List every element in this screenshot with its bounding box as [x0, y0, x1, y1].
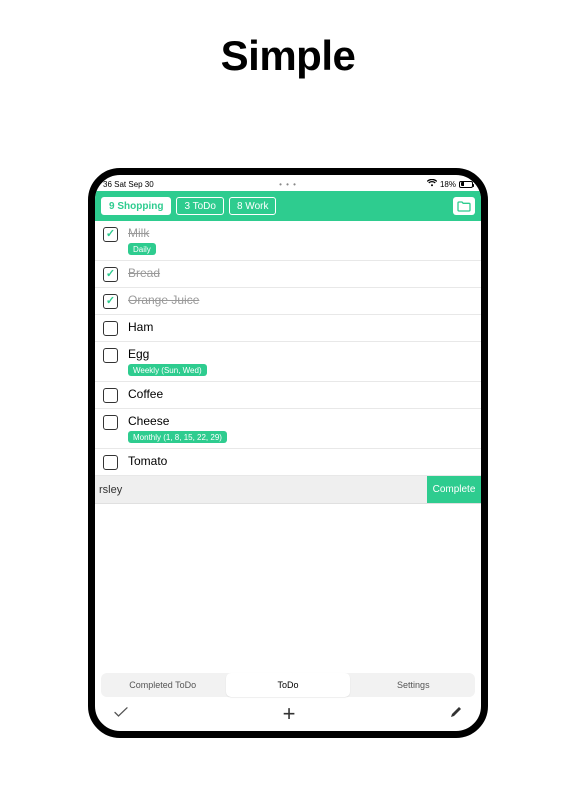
battery-icon	[459, 181, 473, 188]
list-item[interactable]: Orange Juice	[95, 288, 481, 315]
checkbox[interactable]	[103, 388, 118, 403]
checkbox[interactable]	[103, 321, 118, 336]
checkbox[interactable]	[103, 294, 118, 309]
status-right: 18%	[427, 179, 473, 189]
list-item[interactable]: Tomato	[95, 449, 481, 476]
item-label: Coffee	[128, 387, 163, 401]
battery-fill	[461, 182, 464, 186]
list-item[interactable]: Bread	[95, 261, 481, 288]
battery-pct: 18%	[440, 180, 456, 189]
item-label: Cheese	[128, 414, 227, 428]
screen: 36 Sat Sep 30 • • • 18% 9 Shopping 3 ToDo…	[95, 175, 481, 731]
item-label: Bread	[128, 266, 160, 280]
item-label: Ham	[128, 320, 153, 334]
checkbox[interactable]	[103, 348, 118, 363]
recurrence-tag: Weekly (Sun, Wed)	[128, 364, 207, 376]
bottom-segments: Completed ToDoToDoSettings	[101, 673, 475, 697]
filter-tab-1[interactable]: 3 ToDo	[176, 197, 224, 215]
list-item[interactable]: Egg Weekly (Sun, Wed)	[95, 342, 481, 382]
list-item[interactable]: Coffee	[95, 382, 481, 409]
status-dots: • • •	[279, 180, 297, 189]
recurrence-tag: Monthly (1, 8, 15, 22, 29)	[128, 431, 227, 443]
wifi-icon	[427, 179, 437, 189]
status-time: 36 Sat Sep 30	[103, 180, 154, 189]
top-bar: 9 Shopping 3 ToDo 8 Work	[95, 191, 481, 221]
swiped-item[interactable]: rsleyComplete	[95, 476, 481, 504]
segment-todo[interactable]: ToDo	[226, 673, 349, 697]
checkbox[interactable]	[103, 227, 118, 242]
list-item[interactable]: Cheese Monthly (1, 8, 15, 22, 29)	[95, 409, 481, 449]
page-title: Simple	[0, 32, 576, 80]
item-label: Orange Juice	[128, 293, 199, 307]
filter-tab-2[interactable]: 8 Work	[229, 197, 277, 215]
checkbox[interactable]	[103, 415, 118, 430]
status-bar: 36 Sat Sep 30 • • • 18%	[95, 175, 481, 191]
complete-action[interactable]: Complete	[427, 476, 481, 503]
device-frame: 36 Sat Sep 30 • • • 18% 9 Shopping 3 ToDo…	[88, 168, 488, 738]
segment-completed-todo[interactable]: Completed ToDo	[101, 673, 224, 697]
item-label: Tomato	[128, 454, 167, 468]
recurrence-tag: Daily	[128, 243, 156, 255]
checkbox[interactable]	[103, 267, 118, 282]
add-button[interactable]: +	[283, 701, 296, 727]
list-item[interactable]: Milk Daily	[95, 221, 481, 261]
segment-settings[interactable]: Settings	[352, 673, 475, 697]
swiped-item-label: rsley	[95, 476, 427, 503]
item-label: Egg	[128, 347, 207, 361]
item-label: Milk	[128, 226, 156, 240]
filter-tab-0[interactable]: 9 Shopping	[101, 197, 171, 215]
todo-list: Milk Daily Bread Orange Juice Ham Egg Weekly (…	[95, 221, 481, 673]
folder-button[interactable]	[453, 197, 475, 215]
toolbar: +	[95, 697, 481, 731]
list-item[interactable]: Ham	[95, 315, 481, 342]
checkbox[interactable]	[103, 455, 118, 470]
edit-button[interactable]	[449, 705, 463, 724]
checkmark-button[interactable]	[113, 704, 129, 725]
